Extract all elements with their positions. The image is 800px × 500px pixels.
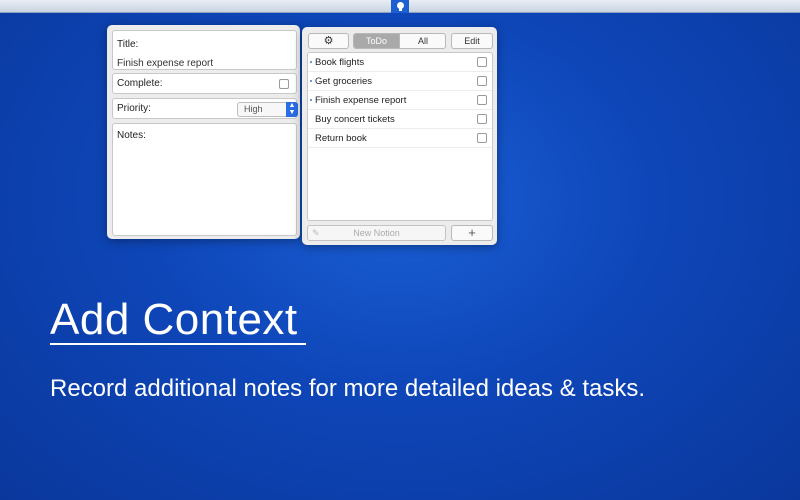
- priority-select[interactable]: High ▲ ▼: [237, 102, 298, 117]
- title-label: Title:: [117, 39, 139, 50]
- complete-label: Complete:: [117, 78, 163, 89]
- list-item[interactable]: Book flights: [308, 53, 492, 72]
- list-item-label: Return book: [315, 133, 367, 144]
- lightbulb-icon[interactable]: [391, 0, 409, 13]
- complete-field: Complete:: [112, 73, 297, 94]
- list-item-checkbox[interactable]: [477, 133, 487, 143]
- edit-button[interactable]: Edit: [451, 33, 493, 49]
- subheadline: Record additional notes for more detaile…: [50, 375, 645, 402]
- notes-label: Notes:: [117, 130, 146, 141]
- priority-field: Priority: High ▲ ▼: [112, 98, 298, 119]
- new-notion-input[interactable]: ✎ New Notion: [307, 225, 446, 241]
- unread-dot-icon: [310, 80, 312, 82]
- headline-underline: [50, 343, 306, 345]
- list-item-label: Book flights: [315, 57, 365, 68]
- priority-label: Priority:: [117, 103, 151, 114]
- notion-list: Book flights Get groceries Finish expens…: [307, 52, 493, 221]
- filter-segmented-control: ToDo All: [353, 33, 446, 49]
- list-item-checkbox[interactable]: [477, 95, 487, 105]
- list-item[interactable]: Return book: [308, 129, 492, 148]
- title-value[interactable]: Finish expense report: [117, 58, 213, 69]
- complete-checkbox[interactable]: [279, 79, 289, 89]
- unread-dot-icon: [310, 61, 312, 63]
- settings-button[interactable]: ⚙: [308, 33, 349, 49]
- list-item-label: Finish expense report: [315, 95, 407, 106]
- add-button[interactable]: +: [451, 225, 493, 241]
- title-field[interactable]: Title: Finish expense report: [112, 30, 297, 70]
- gear-icon: ⚙: [323, 35, 334, 47]
- menu-bar: [0, 0, 800, 13]
- list-bottom-bar: ✎ New Notion +: [302, 225, 497, 243]
- quill-icon: ✎: [312, 228, 320, 238]
- list-toolbar: ⚙ ToDo All Edit: [302, 27, 497, 49]
- chevron-updown-icon: ▲ ▼: [286, 102, 298, 117]
- list-item-checkbox[interactable]: [477, 114, 487, 124]
- notion-detail-panel: Title: Finish expense report Complete: P…: [107, 25, 300, 239]
- new-notion-placeholder: New Notion: [353, 228, 400, 238]
- list-item-label: Get groceries: [315, 76, 373, 87]
- list-item[interactable]: Finish expense report: [308, 91, 492, 110]
- list-item[interactable]: Buy concert tickets: [308, 110, 492, 129]
- notion-list-panel: ⚙ ToDo All Edit Book flights Get groceri…: [302, 27, 497, 245]
- priority-value: High: [244, 104, 263, 114]
- notes-field[interactable]: Notes:: [112, 123, 297, 236]
- tab-todo[interactable]: ToDo: [354, 34, 399, 48]
- list-item[interactable]: Get groceries: [308, 72, 492, 91]
- list-item-label: Buy concert tickets: [315, 114, 395, 125]
- list-item-checkbox[interactable]: [477, 57, 487, 67]
- tab-all[interactable]: All: [399, 34, 445, 48]
- list-item-checkbox[interactable]: [477, 76, 487, 86]
- headline: Add Context: [50, 295, 298, 344]
- unread-dot-icon: [310, 99, 312, 101]
